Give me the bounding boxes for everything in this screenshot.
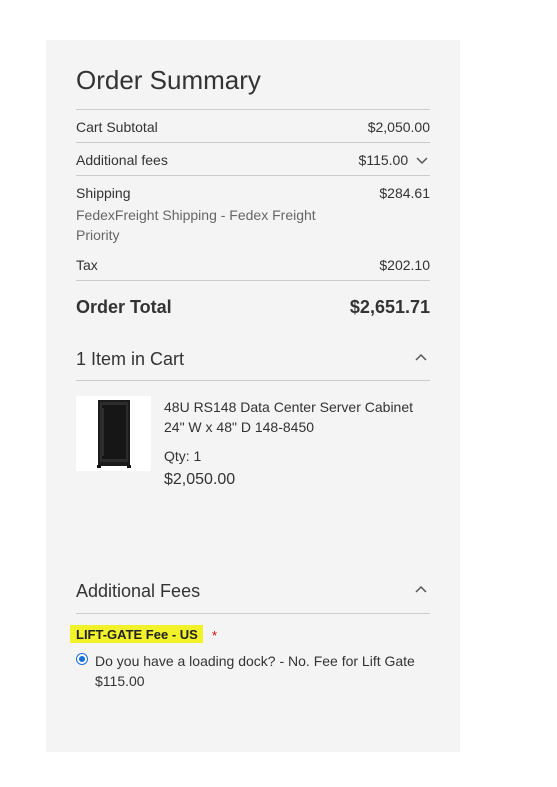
additional-fees-value: $115.00 xyxy=(358,152,409,168)
shipping-method: FedexFreight Shipping - Fedex Freight Pr… xyxy=(76,205,430,245)
divider xyxy=(76,175,430,176)
divider xyxy=(76,380,430,381)
fees-section-header[interactable]: Additional Fees xyxy=(76,581,430,602)
order-total-row: Order Total $2,651.71 xyxy=(76,297,430,318)
shipping-label: Shipping xyxy=(76,185,131,201)
required-marker: * xyxy=(212,628,218,643)
order-summary-title: Order Summary xyxy=(76,65,261,95)
additional-fees-toggle[interactable]: $115.00 xyxy=(359,152,428,168)
order-total-label: Order Total xyxy=(76,297,172,317)
tax-row: Tax $202.10 xyxy=(76,257,430,273)
shipping-row: Shipping $284.61 xyxy=(76,185,430,201)
additional-fees-label: Additional fees xyxy=(76,152,168,168)
additional-fees-row[interactable]: Additional fees $115.00 xyxy=(76,152,430,168)
shipping-method-line1: FedexFreight Shipping - Fedex Freight xyxy=(76,207,316,223)
product-name[interactable]: 48U RS148 Data Center Server Cabinet 24"… xyxy=(164,397,424,437)
fee-option-price: $115.00 xyxy=(95,673,145,689)
divider xyxy=(76,109,430,110)
product-name-line1: 48U RS148 Data Center Server Cabinet xyxy=(164,399,414,415)
fee-name: LIFT-GATE Fee - US xyxy=(70,625,203,643)
shipping-value: $284.61 xyxy=(379,185,430,201)
product-name-line2: 24" W x 48" D 148-8450 xyxy=(164,419,315,435)
shipping-method-line2: Priority xyxy=(76,227,120,243)
divider xyxy=(76,280,430,281)
cart-subtotal-row: Cart Subtotal $2,050.00 xyxy=(76,119,430,135)
fee-option-radio[interactable] xyxy=(76,653,88,665)
order-total-value: $2,651.71 xyxy=(349,297,430,317)
product-quantity: Qty: 1 xyxy=(164,448,202,464)
tax-value: $202.10 xyxy=(379,257,430,273)
cart-section-header[interactable]: 1 Item in Cart xyxy=(76,349,430,370)
product-thumbnail[interactable] xyxy=(76,396,151,471)
cart-subtotal-value: $2,050.00 xyxy=(367,119,430,135)
chevron-down-icon xyxy=(416,157,428,165)
fees-section-title: Additional Fees xyxy=(76,581,201,601)
cart-section-title: 1 Item in Cart xyxy=(76,349,185,369)
tax-label: Tax xyxy=(76,257,98,273)
cart-subtotal-label: Cart Subtotal xyxy=(76,119,158,135)
divider xyxy=(76,613,430,614)
divider xyxy=(76,142,430,143)
fee-option-label[interactable]: Do you have a loading dock? - No. Fee fo… xyxy=(95,651,435,691)
chevron-up-icon[interactable] xyxy=(414,351,428,365)
fee-option-line1: Do you have a loading dock? - No. Fee fo… xyxy=(95,653,415,669)
product-price: $2,050.00 xyxy=(164,471,236,488)
chevron-up-icon[interactable] xyxy=(414,583,428,597)
order-summary-panel: Order Summary Cart Subtotal $2,050.00 Ad… xyxy=(46,40,460,752)
server-cabinet-image xyxy=(97,400,131,468)
